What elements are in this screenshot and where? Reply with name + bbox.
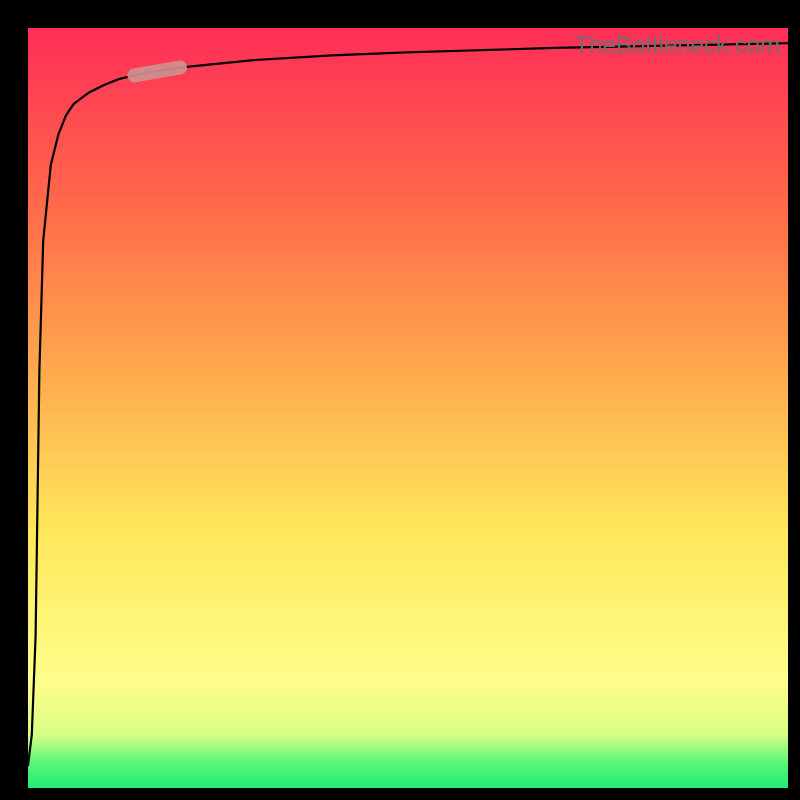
chart-svg (28, 28, 788, 788)
chart-frame: TheBottleneck.com (0, 0, 800, 800)
watermark-text: TheBottleneck.com (575, 32, 780, 60)
plot-area: TheBottleneck.com (28, 28, 788, 788)
bottleneck-curve (28, 43, 788, 765)
curve-highlight (134, 68, 180, 76)
